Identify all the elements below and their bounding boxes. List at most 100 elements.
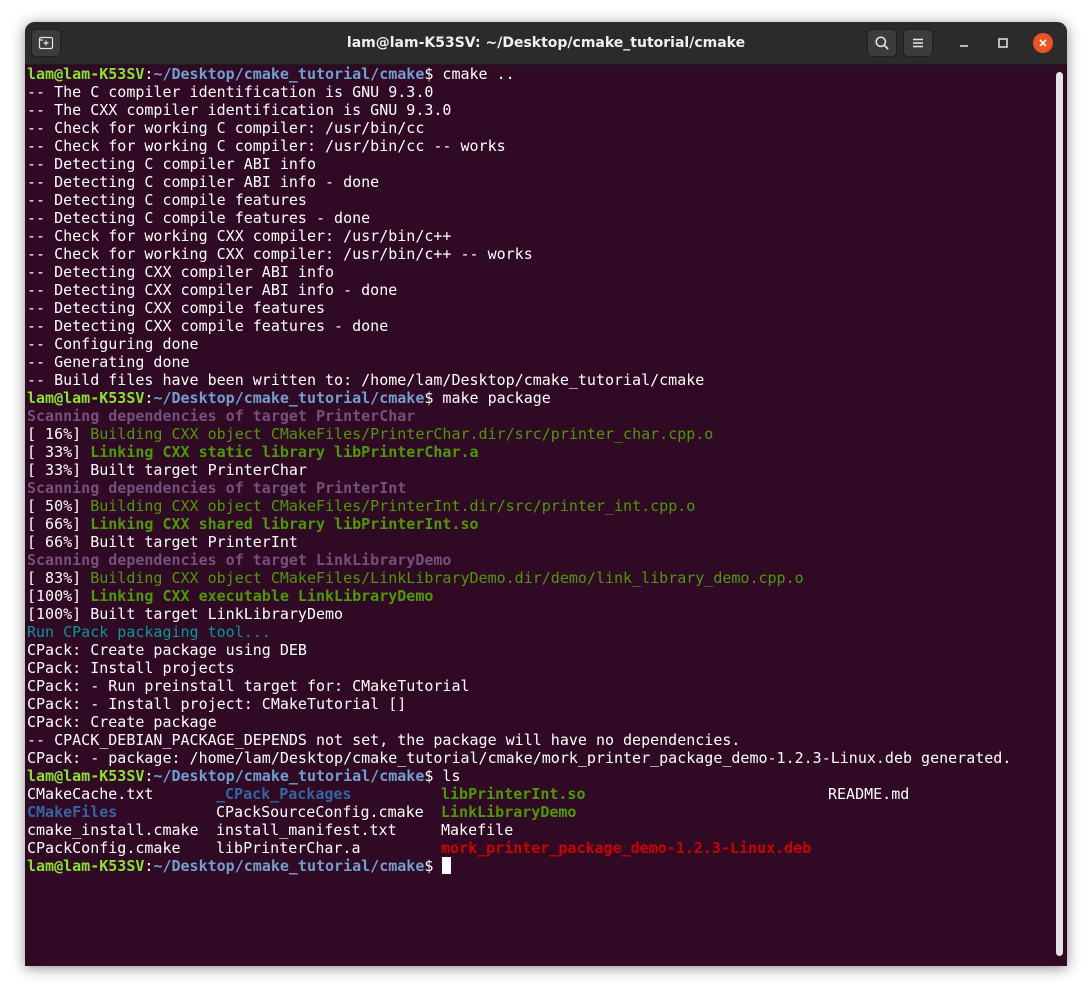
prompt-path: ~/Desktop/cmake_tutorial/cmake — [153, 767, 425, 785]
output-line: -- Generating done — [27, 353, 1053, 371]
file-entry: _CPack_Packages — [216, 785, 352, 803]
output-line: -- The C compiler identification is GNU … — [27, 83, 1053, 101]
output-text: CPack: Create package using DEB — [27, 641, 307, 659]
output-text: -- Build files have been written to: /ho… — [27, 371, 705, 389]
output-text: -- The CXX compiler identification is GN… — [27, 101, 452, 119]
prompt-user: lam@lam-K53SV — [27, 65, 145, 83]
output-line: [ 16%] Building CXX object CMakeFiles/Pr… — [27, 425, 1053, 443]
output-line: [ 33%] Linking CXX static library libPri… — [27, 443, 1053, 461]
file-entry: LinkLibraryDemo — [441, 803, 577, 821]
output-text: Scanning dependencies of target PrinterC… — [27, 407, 416, 425]
file-entry: CMakeFiles — [27, 803, 118, 821]
prompt-line: lam@lam-K53SV:~/Desktop/cmake_tutorial/c… — [27, 767, 1053, 785]
output-line: Scanning dependencies of target LinkLibr… — [27, 551, 1053, 569]
output-text: CPack: - Run preinstall target for: CMak… — [27, 677, 470, 695]
output-line: -- Detecting C compiler ABI info - done — [27, 173, 1053, 191]
minimize-icon — [960, 45, 968, 47]
output-line: -- The CXX compiler identification is GN… — [27, 101, 1053, 119]
output-text: -- Generating done — [27, 353, 190, 371]
prompt-line: lam@lam-K53SV:~/Desktop/cmake_tutorial/c… — [27, 857, 1053, 875]
output-text: CPack: - Install project: CMakeTutorial … — [27, 695, 407, 713]
terminal-output[interactable]: lam@lam-K53SV:~/Desktop/cmake_tutorial/c… — [27, 65, 1053, 965]
progress-percent: [100%] — [27, 605, 91, 623]
file-entry: CMakeCache.txt — [27, 785, 154, 803]
maximize-icon — [998, 38, 1008, 48]
output-text: Linking CXX static library libPrinterCha… — [90, 443, 479, 461]
ls-row: CMakeCache.txt _CPack_Packages libPrinterI… — [27, 785, 1053, 803]
output-line: CPack: - package: /home/lam/Desktop/cmak… — [27, 749, 1053, 767]
output-line: -- Check for working C compiler: /usr/bi… — [27, 119, 1053, 137]
output-text: -- Check for working CXX compiler: /usr/… — [27, 245, 533, 263]
progress-percent: [ 66%] — [27, 515, 91, 533]
output-text: Built target PrinterInt — [90, 533, 298, 551]
output-line: [100%] Linking CXX executable LinkLibrar… — [27, 587, 1053, 605]
menu-icon — [913, 38, 923, 48]
output-line: [ 50%] Building CXX object CMakeFiles/Pr… — [27, 497, 1053, 515]
output-line: -- Check for working CXX compiler: /usr/… — [27, 245, 1053, 263]
title-bar: lam@lam-K53SV: ~/Desktop/cmake_tutorial/… — [25, 22, 1067, 65]
minimize-button[interactable] — [954, 33, 974, 53]
output-line: CPack: Install projects — [27, 659, 1053, 677]
file-entry: libPrinterInt.so — [441, 785, 586, 803]
menu-button[interactable] — [903, 29, 933, 57]
text-cursor — [442, 857, 452, 874]
progress-percent: [ 66%] — [27, 533, 91, 551]
output-text: Building CXX object CMakeFiles/PrinterCh… — [90, 425, 714, 443]
output-text: CPack: Install projects — [27, 659, 235, 677]
prompt-dollar: $ — [424, 857, 434, 875]
output-text: Linking CXX shared library libPrinterInt… — [90, 515, 479, 533]
prompt-path: ~/Desktop/cmake_tutorial/cmake — [153, 389, 425, 407]
prompt-path: ~/Desktop/cmake_tutorial/cmake — [153, 857, 425, 875]
close-button[interactable] — [1033, 33, 1053, 53]
output-text: -- Detecting C compiler ABI info - done — [27, 173, 380, 191]
output-line: -- Detecting CXX compiler ABI info - don… — [27, 281, 1053, 299]
new-tab-button[interactable] — [31, 29, 61, 57]
prompt-path: ~/Desktop/cmake_tutorial/cmake — [153, 65, 425, 83]
maximize-button[interactable] — [993, 33, 1013, 53]
output-text: Scanning dependencies of target LinkLibr… — [27, 551, 452, 569]
output-line: [ 83%] Building CXX object CMakeFiles/Li… — [27, 569, 1053, 587]
terminal-window: lam@lam-K53SV: ~/Desktop/cmake_tutorial/… — [25, 22, 1067, 966]
output-line: [ 66%] Built target PrinterInt — [27, 533, 1053, 551]
output-text: -- Detecting CXX compiler ABI info — [27, 263, 335, 281]
file-entry: CPackConfig.cmake — [27, 839, 181, 857]
progress-percent: [ 16%] — [27, 425, 91, 443]
output-text: -- Detecting C compiler ABI info — [27, 155, 316, 173]
output-line: CPack: - Run preinstall target for: CMak… — [27, 677, 1053, 695]
output-text: Building CXX object CMakeFiles/PrinterIn… — [90, 497, 696, 515]
output-text: Built target PrinterChar — [90, 461, 307, 479]
progress-percent: [ 83%] — [27, 569, 91, 587]
output-line: Scanning dependencies of target PrinterC… — [27, 407, 1053, 425]
window-title: lam@lam-K53SV: ~/Desktop/cmake_tutorial/… — [346, 35, 746, 51]
output-text: -- CPACK_DEBIAN_PACKAGE_DEPENDS not set,… — [27, 731, 741, 749]
output-line: -- CPACK_DEBIAN_PACKAGE_DEPENDS not set,… — [27, 731, 1053, 749]
output-line: -- Build files have been written to: /ho… — [27, 371, 1053, 389]
prompt-line: lam@lam-K53SV:~/Desktop/cmake_tutorial/c… — [27, 389, 1053, 407]
prompt-user: lam@lam-K53SV — [27, 389, 145, 407]
file-entry: README.md — [828, 785, 910, 803]
output-text: -- Detecting CXX compile features - done — [27, 317, 389, 335]
output-text: Scanning dependencies of target PrinterI… — [27, 479, 407, 497]
output-line: [100%] Built target LinkLibraryDemo — [27, 605, 1053, 623]
output-line: -- Detecting CXX compile features - done — [27, 317, 1053, 335]
output-text: -- Configuring done — [27, 335, 199, 353]
output-text: CPack: Create package — [27, 713, 217, 731]
progress-percent: [ 50%] — [27, 497, 91, 515]
output-text: -- Detecting CXX compile features — [27, 299, 326, 317]
scrollbar[interactable] — [1056, 72, 1063, 956]
progress-percent: [100%] — [27, 587, 91, 605]
output-line: CPack: - Install project: CMakeTutorial … — [27, 695, 1053, 713]
search-button[interactable] — [867, 29, 897, 57]
output-text: -- Check for working CXX compiler: /usr/… — [27, 227, 452, 245]
output-text: -- Check for working C compiler: /usr/bi… — [27, 119, 425, 137]
ls-row: CMakeFiles CPackSourceConfig.cmake LinkLib… — [27, 803, 1053, 821]
output-text: Built target LinkLibraryDemo — [90, 605, 344, 623]
output-line: -- Detecting C compiler ABI info — [27, 155, 1053, 173]
file-entry: CPackSourceConfig.cmake — [216, 803, 424, 821]
output-text: Building CXX object CMakeFiles/LinkLibra… — [90, 569, 804, 587]
output-text: -- Detecting C compile features - done — [27, 209, 371, 227]
output-line: CPack: Create package using DEB — [27, 641, 1053, 659]
output-line: -- Configuring done — [27, 335, 1053, 353]
output-line: -- Detecting CXX compiler ABI info — [27, 263, 1053, 281]
new-tab-icon — [38, 36, 54, 50]
